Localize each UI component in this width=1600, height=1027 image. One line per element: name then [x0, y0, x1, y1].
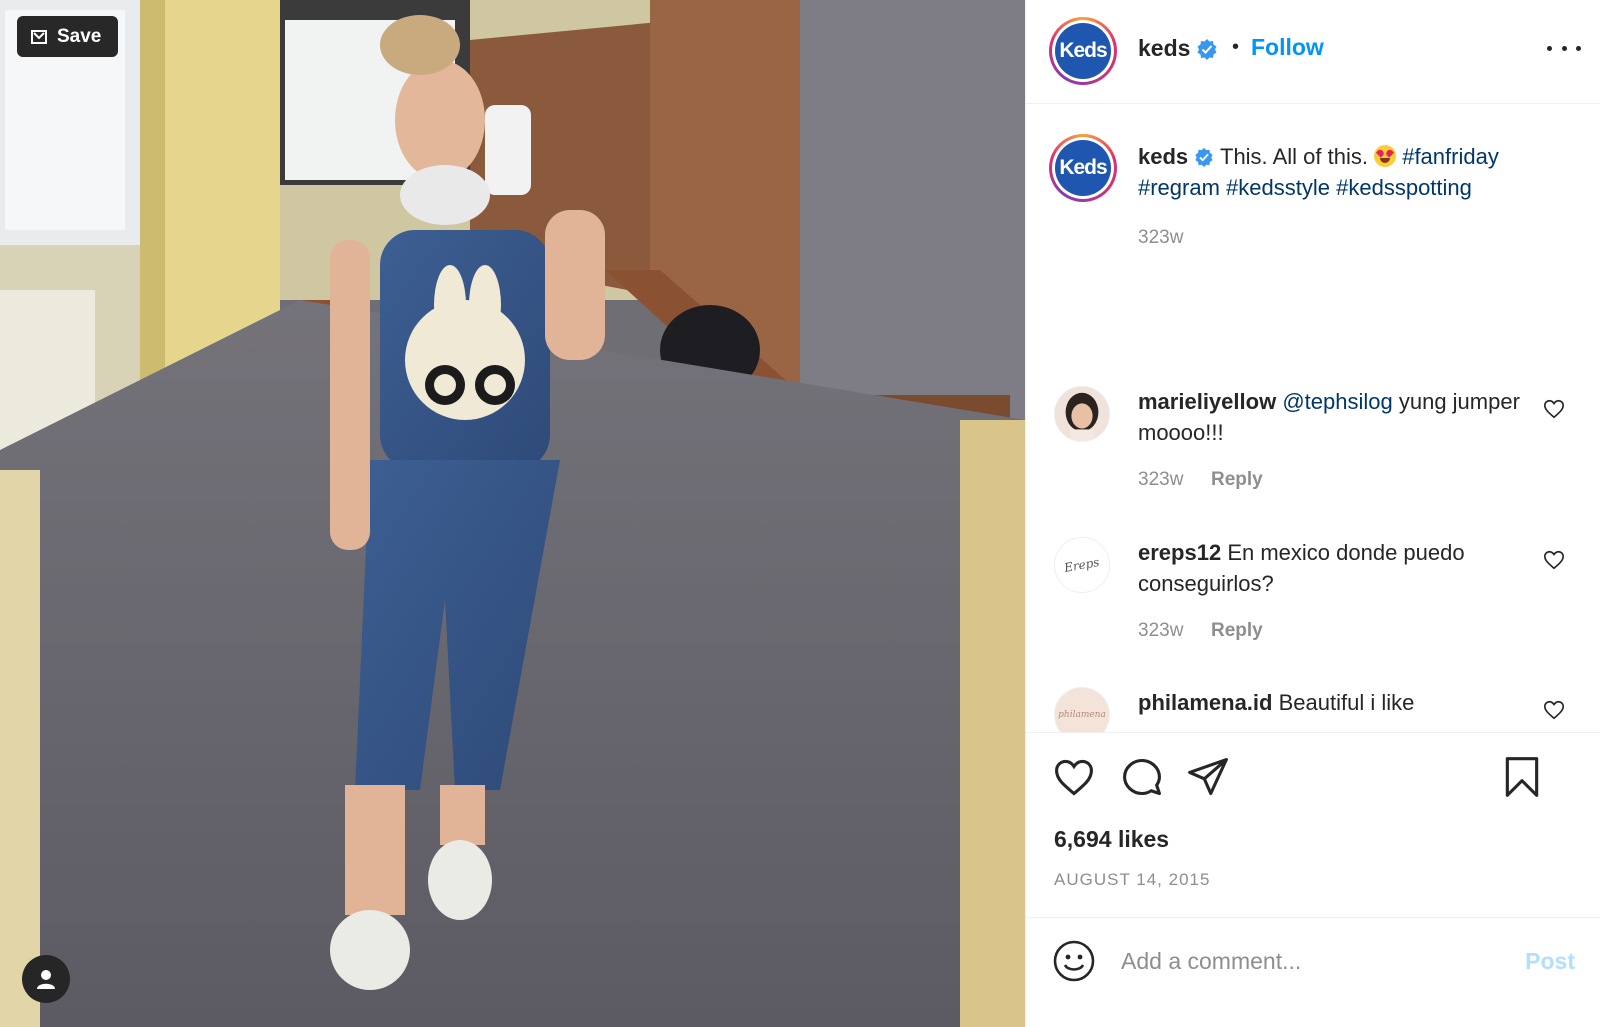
- comment-time[interactable]: 323w: [1138, 469, 1183, 491]
- post-actions: 6,694 likes AUGUST 14, 2015: [1026, 732, 1600, 917]
- caption-time[interactable]: 323w: [1138, 227, 1183, 249]
- author-avatar[interactable]: Keds: [1049, 17, 1117, 85]
- follow-button[interactable]: Follow: [1251, 34, 1324, 61]
- commenter-username[interactable]: ereps12: [1138, 540, 1221, 565]
- commenter-avatar[interactable]: Ereps: [1054, 537, 1110, 593]
- smile-icon[interactable]: [1053, 940, 1095, 982]
- heart-icon[interactable]: [1052, 755, 1096, 799]
- commenter-avatar[interactable]: [1054, 386, 1110, 442]
- reply-button[interactable]: Reply: [1211, 469, 1263, 491]
- caption-text: This. All of this.: [1220, 144, 1368, 169]
- hashtag[interactable]: #fanfriday: [1402, 144, 1499, 169]
- commenter-avatar[interactable]: philamena: [1054, 687, 1110, 732]
- heart-eyes-emoji: [1374, 145, 1397, 167]
- like-comment-icon[interactable]: [1543, 699, 1565, 721]
- share-icon[interactable]: [1186, 755, 1230, 799]
- post-caption: keds This. All of this. #fanfriday #regr…: [1138, 141, 1568, 203]
- comment-mention[interactable]: @tephsilog: [1282, 389, 1392, 414]
- author-username[interactable]: keds: [1138, 35, 1190, 62]
- like-comment-icon[interactable]: [1543, 549, 1565, 571]
- verified-icon: [1195, 147, 1213, 167]
- bookmark-icon[interactable]: [1500, 755, 1544, 799]
- comment-time[interactable]: 323w: [1138, 620, 1183, 642]
- more-icon: [1547, 45, 1552, 51]
- save-icon: [31, 29, 47, 44]
- save-button[interactable]: Save: [17, 16, 118, 57]
- save-label: Save: [57, 25, 102, 47]
- like-comment-icon[interactable]: [1543, 398, 1565, 420]
- comment-input[interactable]: [1121, 940, 1491, 982]
- commenter-username[interactable]: marieliyellow: [1138, 389, 1276, 414]
- commenter-username[interactable]: philamena.id: [1138, 690, 1272, 715]
- add-comment-bar: Post: [1026, 917, 1600, 1027]
- caption-username[interactable]: keds: [1138, 144, 1188, 169]
- post-side-panel: Keds keds • Follow Keds keds This. All o…: [1025, 0, 1600, 1027]
- post-date[interactable]: AUGUST 14, 2015: [1054, 870, 1210, 890]
- header-separator: •: [1232, 36, 1240, 58]
- likes-count[interactable]: 6,694 likes: [1054, 826, 1169, 853]
- post-button[interactable]: Post: [1525, 948, 1575, 975]
- keds-logo: Keds: [1055, 23, 1111, 79]
- more-options-button[interactable]: [1547, 36, 1581, 60]
- hashtag[interactable]: #kedsspotting: [1336, 175, 1472, 200]
- hashtag[interactable]: #kedsstyle: [1226, 175, 1330, 200]
- post-header: Keds keds • Follow: [1026, 0, 1600, 104]
- comment-text: Beautiful i like: [1278, 690, 1415, 715]
- comments-list[interactable]: Keds keds This. All of this. #fanfriday …: [1026, 104, 1600, 732]
- post-image: [0, 0, 1025, 1027]
- caption-avatar[interactable]: Keds: [1049, 134, 1117, 202]
- post-photo[interactable]: Save: [0, 0, 1025, 1027]
- person-icon: [37, 970, 55, 989]
- hashtag[interactable]: #regram: [1138, 175, 1220, 200]
- tagged-people-button[interactable]: [22, 955, 70, 1003]
- reply-button[interactable]: Reply: [1211, 620, 1263, 642]
- comment-icon[interactable]: [1120, 755, 1164, 799]
- verified-icon: [1197, 38, 1217, 60]
